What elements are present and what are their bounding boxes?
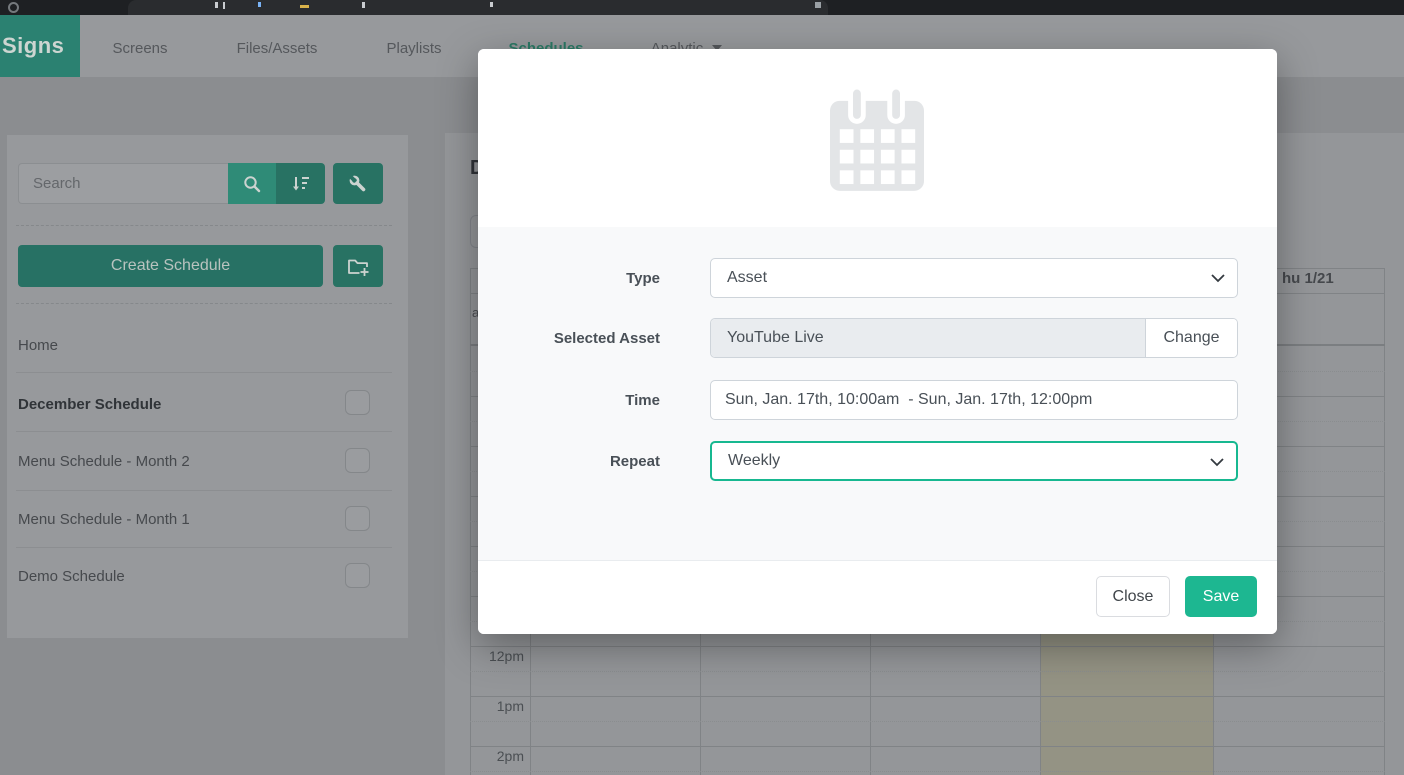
search-button[interactable] [228, 163, 276, 204]
change-asset-button[interactable]: Change [1145, 319, 1237, 357]
sidebar-item-menu-schedule-month-1[interactable]: Menu Schedule - Month 1 [18, 511, 190, 528]
calendar-icon [830, 86, 924, 191]
sidebar-item-menu-schedule-month-2[interactable]: Menu Schedule - Month 2 [18, 453, 190, 470]
day-column-header: hu 1/21 [1282, 270, 1334, 287]
search-icon [244, 175, 261, 192]
grid-halfhour-line [470, 771, 1385, 772]
close-button[interactable]: Close [1096, 576, 1170, 617]
repeat-select-value: Weekly [728, 452, 781, 469]
grid-halfhour-line [470, 671, 1385, 672]
grid-halfhour-line [470, 721, 1385, 722]
checkbox-demo-schedule[interactable] [345, 563, 370, 588]
brand-logo[interactable]: Signs [0, 15, 80, 77]
checkbox-menu-schedule-month-2[interactable] [345, 448, 370, 473]
sort-button[interactable] [276, 163, 325, 204]
divider [16, 547, 392, 548]
tab-title-fragment [362, 2, 365, 8]
grid-line [470, 696, 1385, 697]
schedule-event-modal: Type Asset Selected Asset YouTube Live C… [478, 49, 1277, 634]
app-root: Signs Screens Files/Assets Playlists Sch… [0, 0, 1404, 775]
grid-line [470, 646, 1385, 647]
checkbox-december-schedule[interactable] [345, 390, 370, 415]
time-label: 1pm [496, 698, 524, 714]
repeat-select[interactable]: Weekly [710, 441, 1238, 481]
tab-screens[interactable]: Screens [112, 40, 167, 60]
divider [16, 490, 392, 491]
divider [16, 372, 392, 373]
tab-playlists[interactable]: Playlists [386, 40, 441, 60]
wrench-icon [348, 174, 366, 191]
sidebar-item-demo-schedule[interactable]: Demo Schedule [18, 568, 125, 585]
tab-title-fragment [490, 2, 493, 7]
time-label: 12pm [488, 648, 524, 664]
tab-title-fragment [815, 2, 821, 8]
divider [16, 225, 392, 226]
add-folder-button[interactable] [333, 245, 383, 287]
checkbox-menu-schedule-month-1[interactable] [345, 506, 370, 531]
type-label: Type [626, 270, 660, 287]
time-label: 2pm [496, 748, 524, 764]
save-button[interactable]: Save [1185, 576, 1257, 617]
tab-files-assets[interactable]: Files/Assets [237, 40, 318, 60]
grid-line [470, 746, 1385, 747]
settings-button[interactable] [333, 163, 383, 204]
divider [16, 431, 392, 432]
modal-header [478, 49, 1277, 227]
folder-plus-icon [347, 259, 369, 277]
sidebar-item-december-schedule[interactable]: December Schedule [18, 396, 161, 413]
browser-topbar [0, 0, 1404, 15]
tab-title-fragment [215, 2, 218, 8]
search-input[interactable] [18, 163, 228, 204]
time-label-field: Time [625, 392, 660, 409]
repeat-label: Repeat [609, 453, 660, 470]
type-select-value: Asset [727, 269, 768, 286]
type-select[interactable]: Asset [710, 258, 1238, 298]
sort-amount-down-icon [292, 176, 309, 190]
tab-title-fragment [300, 5, 309, 8]
chevron-down-icon [1211, 274, 1225, 283]
selected-asset-group: YouTube Live Change [710, 318, 1238, 358]
selected-asset-label: Selected Asset [553, 330, 660, 347]
create-schedule-button[interactable]: Create Schedule [18, 245, 323, 287]
divider [16, 303, 392, 304]
tab-title-fragment [223, 2, 225, 9]
selected-asset-value: YouTube Live [711, 319, 1145, 357]
time-range-input[interactable] [710, 380, 1238, 420]
browser-tab[interactable] [128, 0, 828, 15]
chevron-down-icon [1210, 458, 1224, 467]
browser-favicon-icon [8, 2, 19, 13]
tab-title-fragment [258, 2, 261, 7]
sidebar-item-home[interactable]: Home [18, 337, 58, 354]
